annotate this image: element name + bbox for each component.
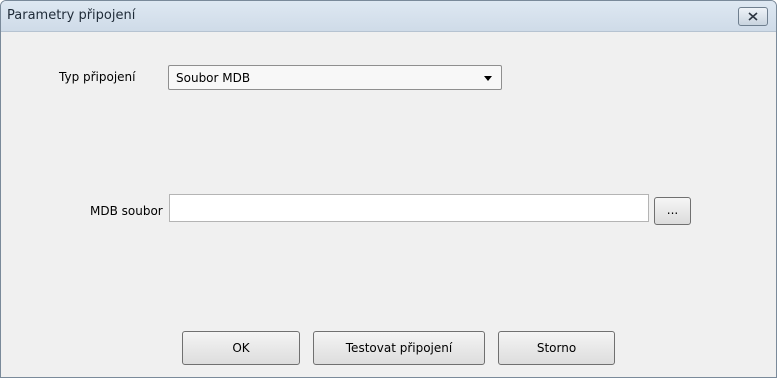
- title-bar[interactable]: Parametry připojení: [1, 1, 776, 32]
- ok-button[interactable]: OK: [182, 331, 300, 365]
- cancel-button-label: Storno: [536, 341, 577, 355]
- mdb-file-label: MDB soubor: [90, 204, 163, 218]
- window-title: Parametry připojení: [7, 8, 136, 23]
- test-connection-button-label: Testovat připojení: [345, 341, 453, 355]
- cancel-button[interactable]: Storno: [498, 331, 615, 365]
- test-connection-button[interactable]: Testovat připojení: [313, 331, 485, 365]
- browse-button-label: ...: [666, 203, 679, 217]
- mdb-file-input[interactable]: [169, 194, 649, 222]
- connection-type-value: Soubor MDB: [176, 71, 251, 85]
- connection-type-select[interactable]: Soubor MDB: [168, 65, 502, 90]
- close-button[interactable]: [738, 7, 768, 26]
- connection-type-label: Typ připojení: [59, 70, 136, 84]
- dialog-window: Parametry připojení Typ připojení Soubor…: [0, 0, 777, 378]
- chevron-down-icon: [484, 76, 492, 81]
- ok-button-label: OK: [232, 341, 250, 355]
- browse-button[interactable]: ...: [654, 197, 691, 225]
- close-icon: [748, 12, 758, 21]
